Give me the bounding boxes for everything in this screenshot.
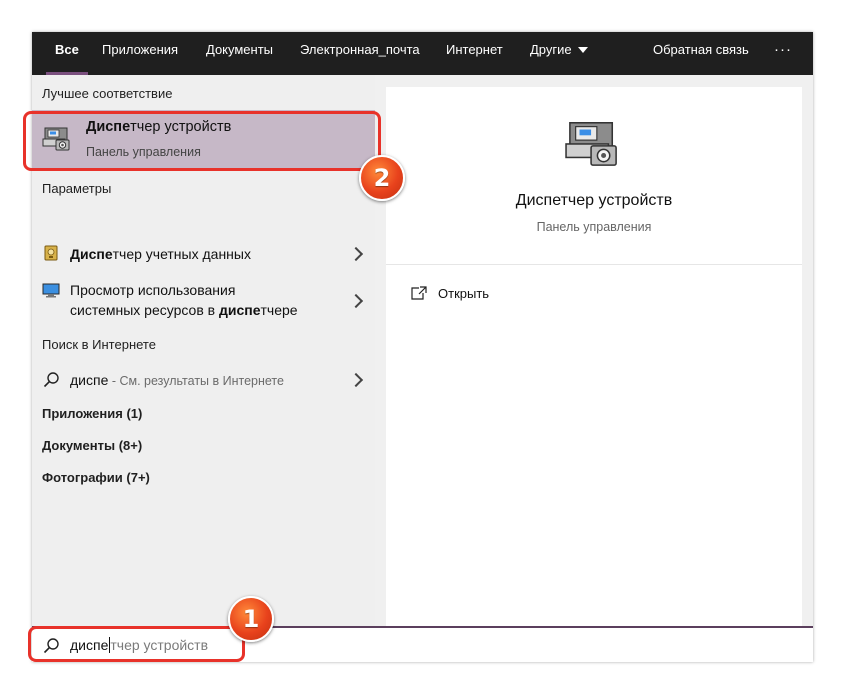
web-search-label: диспе - См. результаты в Интернете [70,372,284,388]
more-options-button[interactable]: ··· [774,32,792,75]
web-search-item[interactable]: диспе - См. результаты в Интернете [32,368,375,396]
step-badge-1: 1 [228,596,274,642]
chevron-right-icon [348,246,364,262]
settings-item-credential-manager[interactable]: Диспетчер учетных данных [32,243,375,277]
search-window: Все Приложения Документы Электронная_поч… [32,32,813,662]
search-input[interactable]: диспе тчер устройств [70,637,208,653]
tab-documents[interactable]: Документы [206,32,273,75]
documents-category[interactable]: Документы (8+) [42,438,142,453]
best-match-item[interactable]: Диспетчер устройств Панель управления [32,110,375,168]
step-badge-2: 2 [359,155,405,201]
web-search-header: Поиск в Интернете [42,337,156,352]
preview-pane: Диспетчер устройств Панель управления От… [386,87,802,626]
feedback-link[interactable]: Обратная связь [653,32,749,75]
results-pane: Лучшее соответствие Диспетчер устройств … [32,75,375,626]
credential-manager-icon [44,245,58,261]
search-typed-text: диспе [70,637,109,653]
tab-apps[interactable]: Приложения [102,32,178,75]
monitor-icon [42,283,60,298]
apps-category[interactable]: Приложения (1) [42,406,142,421]
open-label: Открыть [438,286,490,301]
preview-subtitle: Панель управления [536,220,652,234]
chevron-right-icon [348,372,364,388]
divider [386,264,802,265]
tab-email[interactable]: Электронная_почта [300,32,420,75]
credential-manager-label: Диспетчер учетных данных [70,246,251,262]
best-match-subtitle: Панель управления [86,145,201,159]
device-manager-icon-large [565,122,617,166]
top-nav: Все Приложения Документы Электронная_поч… [32,32,813,75]
search-box[interactable]: диспе тчер устройств [32,626,813,662]
resource-monitor-label: Просмотр использования системных ресурсо… [70,282,298,318]
tab-more-label: Другие [530,42,572,57]
best-match-title: Диспетчер устройств [86,119,232,135]
open-icon [411,286,427,300]
photos-category[interactable]: Фотографии (7+) [42,470,150,485]
tab-more-dropdown[interactable]: Другие [530,32,588,75]
settings-item-resource-monitor[interactable]: Просмотр использования системных ресурсо… [32,280,375,324]
search-icon [43,372,59,388]
best-match-header: Лучшее соответствие [42,86,173,101]
search-autocomplete: тчер устройств [110,637,209,653]
chevron-down-icon [577,47,588,53]
tab-all-label: Все [55,42,79,57]
chevron-right-icon [348,293,364,309]
preview-title: Диспетчер устройств [515,192,673,209]
tab-all[interactable]: Все [46,32,88,75]
device-manager-icon [42,127,70,151]
search-icon [43,638,59,654]
tab-web[interactable]: Интернет [446,32,503,75]
settings-header: Параметры [42,181,112,196]
